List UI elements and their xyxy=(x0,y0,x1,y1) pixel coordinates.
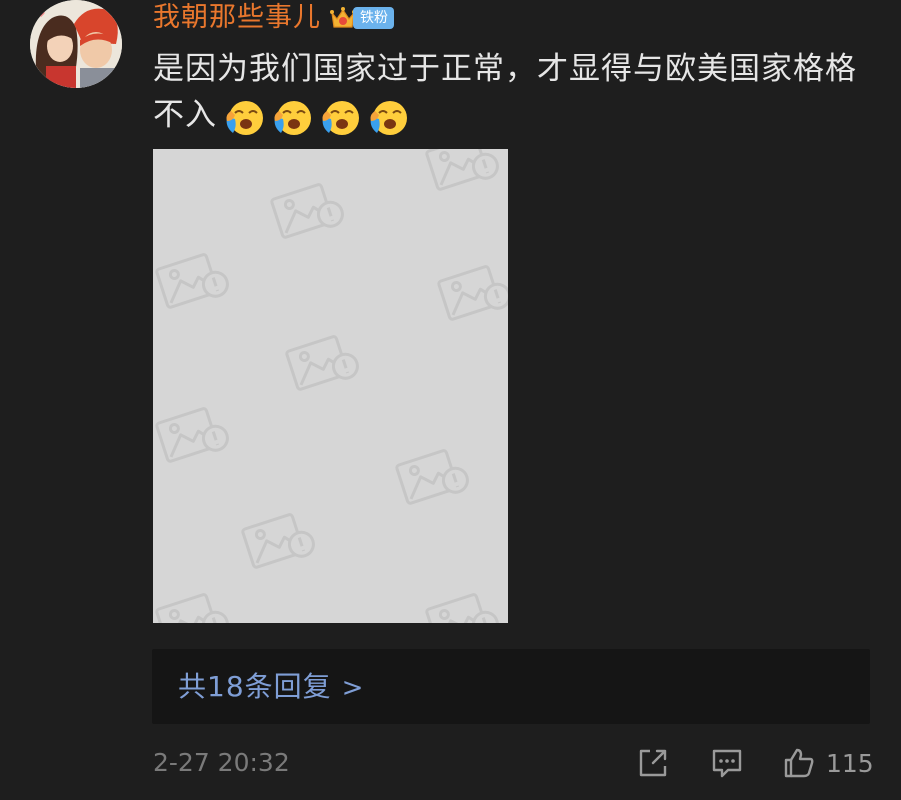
laugh-cry-emoji-icon xyxy=(226,100,263,135)
fan-badge[interactable]: 铁粉 xyxy=(329,5,394,31)
thumbs-up-icon xyxy=(784,748,814,778)
comment-button[interactable] xyxy=(710,743,744,783)
broken-image-icon xyxy=(437,265,508,321)
comment-icon xyxy=(712,749,742,778)
laugh-cry-emoji-icon xyxy=(370,100,407,135)
badge-label: 铁粉 xyxy=(353,7,394,29)
timestamp: 2-27 20:32 xyxy=(153,748,290,777)
broken-image-icon xyxy=(155,407,229,463)
avatar[interactable] xyxy=(30,0,122,88)
emoji-row xyxy=(223,97,411,137)
share-icon xyxy=(639,749,667,777)
broken-image-icon xyxy=(155,593,229,623)
broken-image-icon xyxy=(241,513,315,569)
laugh-cry-emoji-icon xyxy=(274,100,311,135)
replies-label: 共18条回复 xyxy=(178,670,332,703)
like-button[interactable]: 115 xyxy=(782,743,874,783)
view-replies-button[interactable]: 共18条回复 > xyxy=(152,649,870,724)
username[interactable]: 我朝那些事儿 xyxy=(153,0,321,36)
broken-image-icon xyxy=(425,593,499,623)
user-row: 我朝那些事儿 铁粉 xyxy=(153,0,394,36)
replies-text: 共18条回复 > xyxy=(178,649,364,726)
broken-image-icon xyxy=(285,335,359,391)
broken-image-icon xyxy=(155,253,229,309)
broken-image-icon xyxy=(395,449,469,505)
broken-image-icon xyxy=(270,183,344,239)
broken-image-icon xyxy=(425,149,499,191)
chevron-right-icon: > xyxy=(341,673,365,703)
share-button[interactable] xyxy=(636,743,670,783)
laugh-cry-emoji-icon xyxy=(322,100,359,135)
comment-image-placeholder[interactable] xyxy=(153,149,508,623)
like-count: 115 xyxy=(826,748,874,778)
comment-page: 我朝那些事儿 铁粉 是因为我们国家过于正常，才显得与欧美国家格格不入 共18条回… xyxy=(0,0,901,800)
comment-text: 是因为我们国家过于正常，才显得与欧美国家格格不入 xyxy=(153,46,863,138)
